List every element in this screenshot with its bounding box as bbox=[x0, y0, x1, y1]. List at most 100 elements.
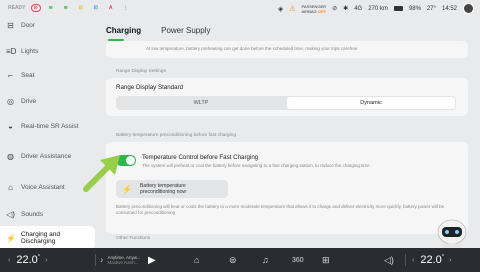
apps-button[interactable]: ⊞ bbox=[322, 248, 330, 272]
tab-bar: Charging Power Supply bbox=[106, 26, 210, 35]
degree-symbol: ° bbox=[441, 254, 445, 261]
bottom-dock: ‹ 22.0° › ♪ Anytime, Anyw... Maidwe Nash… bbox=[0, 248, 480, 272]
airbag-label-2: AIRBAG bbox=[301, 8, 317, 14]
sidebar-item-label: Seat bbox=[21, 71, 35, 79]
play-button[interactable]: ▶ bbox=[148, 248, 156, 272]
home-icon: ⌂ bbox=[194, 255, 200, 265]
sidebar-item-label: Sounds bbox=[21, 210, 44, 218]
play-icon: ▶ bbox=[148, 254, 156, 266]
seat-icon: ⌐ bbox=[8, 70, 13, 80]
volume-icon: ◁) bbox=[384, 254, 394, 265]
clock: 14:52 bbox=[441, 5, 457, 12]
tab-power-supply[interactable]: Power Supply bbox=[161, 26, 210, 35]
chevron-left-icon[interactable]: ‹ bbox=[412, 257, 414, 264]
left-temp: 22.0° bbox=[16, 254, 40, 266]
range-option-dynamic[interactable]: Dynamic bbox=[287, 97, 455, 109]
camera-360-icon: 360 bbox=[292, 256, 304, 264]
range-value: 270 km bbox=[368, 5, 388, 12]
indicator-light-icon: ⊡ bbox=[93, 5, 98, 11]
precondition-line-2: preconditioning now bbox=[139, 189, 187, 195]
car-icon: ⊜ bbox=[229, 254, 237, 265]
sidebar-item-label: Charging and Discharging bbox=[21, 231, 61, 245]
toggle-knob bbox=[126, 156, 135, 165]
sidebar-item-label: Lights bbox=[21, 47, 39, 55]
sidebar-item-sounds[interactable]: ◁) Sounds bbox=[0, 203, 95, 225]
car-button[interactable]: ⊜ bbox=[229, 248, 237, 272]
right-temp: 22.0° bbox=[420, 254, 444, 266]
toggle-description: The system will preheat or cool the batt… bbox=[142, 163, 370, 168]
outside-temp: 27° bbox=[426, 5, 436, 12]
apps-grid-icon: ⊞ bbox=[322, 254, 330, 265]
sidebar-item-sr-assist[interactable]: ◒ Real-time SR Assist bbox=[0, 115, 95, 137]
precondition-button-label: Battery temperature preconditioning now bbox=[140, 183, 186, 195]
sidebar-item-lights[interactable]: ≡D Lights bbox=[0, 40, 95, 62]
range-option-wltp[interactable]: WLTP bbox=[117, 97, 285, 109]
chevron-right-icon[interactable]: › bbox=[449, 257, 451, 264]
warning-light-icon: ⊙ bbox=[30, 4, 41, 12]
home-button[interactable]: ⌂ bbox=[194, 248, 199, 272]
right-temp-control[interactable]: ‹ 22.0° › bbox=[412, 248, 452, 272]
driver-assistance-icon: ◍ bbox=[7, 151, 14, 161]
range-standard-selector: WLTP Dynamic bbox=[116, 96, 456, 110]
right-temp-value: 22.0 bbox=[420, 254, 442, 266]
music-artist: Maidwe Nash... bbox=[107, 260, 139, 265]
robot-assistant-icon[interactable] bbox=[432, 218, 472, 252]
indicator-light-icon: A bbox=[108, 5, 113, 11]
sr-assist-icon: ◒ bbox=[8, 121, 13, 131]
avatar[interactable] bbox=[463, 3, 474, 14]
charging-icon: ⚡ bbox=[6, 233, 16, 243]
precondition-now-button[interactable]: ⚡ Battery temperature preconditioning no… bbox=[116, 180, 228, 198]
ready-indicator: READY bbox=[8, 5, 26, 11]
chevron-right-icon[interactable]: › bbox=[45, 257, 47, 264]
drive-icon: ◎ bbox=[7, 96, 14, 106]
signal-icon: 4G bbox=[354, 6, 362, 12]
music-info: Anytime, Anyw... Maidwe Nash... bbox=[108, 255, 141, 265]
music-icon: ♫ bbox=[262, 255, 269, 265]
sounds-icon: ◁) bbox=[6, 209, 15, 219]
sidebar-item-charging[interactable]: ⚡ Charging and Discharging bbox=[0, 226, 95, 250]
battery-icon bbox=[393, 6, 403, 11]
status-left: READY ⊙ ≋ ≋ ⊡ ⊡ A ⋮ bbox=[8, 4, 131, 12]
camera-off-icon: ⊘ bbox=[332, 6, 338, 12]
preheat-note-card: At low temperature, battery preheating c… bbox=[106, 41, 468, 58]
divider bbox=[95, 254, 96, 266]
airbag-icon: ⚠ bbox=[289, 5, 296, 13]
sidebar-item-label: Door bbox=[21, 21, 36, 29]
battery-percent: 98% bbox=[408, 5, 421, 12]
precond-section-label: Battery temperature preconditioning befo… bbox=[116, 133, 236, 138]
status-right: ◈ ⚠ PASSENGER AIRBAG OFF ⊘ ✱ 4G 270 km 9… bbox=[278, 3, 474, 14]
chevron-left-icon[interactable]: ‹ bbox=[8, 257, 10, 264]
status-bar: READY ⊙ ≋ ≋ ⊡ ⊡ A ⋮ ◈ ⚠ PASSENGER AIRBAG… bbox=[0, 0, 480, 18]
sidebar-item-label: Driver Assistance bbox=[21, 152, 72, 160]
sidebar-item-seat[interactable]: ⌐ Seat bbox=[0, 64, 95, 86]
sidebar-item-door[interactable]: ⊟ Door bbox=[0, 18, 95, 32]
tab-charging[interactable]: Charging bbox=[106, 26, 141, 35]
lights-icon: ≡D bbox=[6, 46, 17, 56]
indicator-light-icon: ⋮ bbox=[123, 5, 129, 11]
music-widget[interactable]: ♪ Anytime, Anyw... Maidwe Nash... bbox=[100, 248, 141, 272]
left-temp-control[interactable]: ‹ 22.0° › bbox=[8, 248, 48, 272]
indicator-light-icon: ⊡ bbox=[78, 5, 83, 11]
music-button[interactable]: ♫ bbox=[262, 248, 269, 272]
sidebar-item-drive[interactable]: ◎ Drive bbox=[0, 90, 95, 112]
toggle-title: Temperature Control before Fast Charging bbox=[142, 154, 259, 161]
passenger-airbag-status: PASSENGER AIRBAG OFF bbox=[302, 4, 327, 14]
sidebar: ⊟ Door ≡D Lights ⌐ Seat ◎ Drive ◒ Real-t… bbox=[0, 18, 95, 250]
other-section-label: Other Functions bbox=[116, 236, 151, 241]
volume-button[interactable]: ◁) bbox=[384, 248, 394, 272]
door-icon: ⊟ bbox=[7, 20, 14, 30]
camera-360-button[interactable]: 360 bbox=[292, 248, 304, 272]
precondition-note: Battery preconditioning will heat or coo… bbox=[116, 204, 445, 215]
music-note-icon: ♪ bbox=[100, 256, 104, 264]
airbag-state: OFF bbox=[317, 8, 326, 14]
voice-assistant-icon: ⌂ bbox=[8, 182, 13, 192]
indicator-light-icon: ≋ bbox=[63, 5, 68, 11]
sidebar-item-label: Drive bbox=[21, 97, 37, 105]
left-temp-value: 22.0 bbox=[16, 254, 38, 266]
divider bbox=[405, 254, 406, 266]
annotation-arrow-icon bbox=[83, 155, 120, 192]
sidebar-item-label: Real-time SR Assist bbox=[21, 122, 79, 130]
bluetooth-icon: ✱ bbox=[343, 6, 349, 12]
signal-label: 4G bbox=[354, 5, 363, 12]
degree-symbol: ° bbox=[37, 254, 41, 261]
